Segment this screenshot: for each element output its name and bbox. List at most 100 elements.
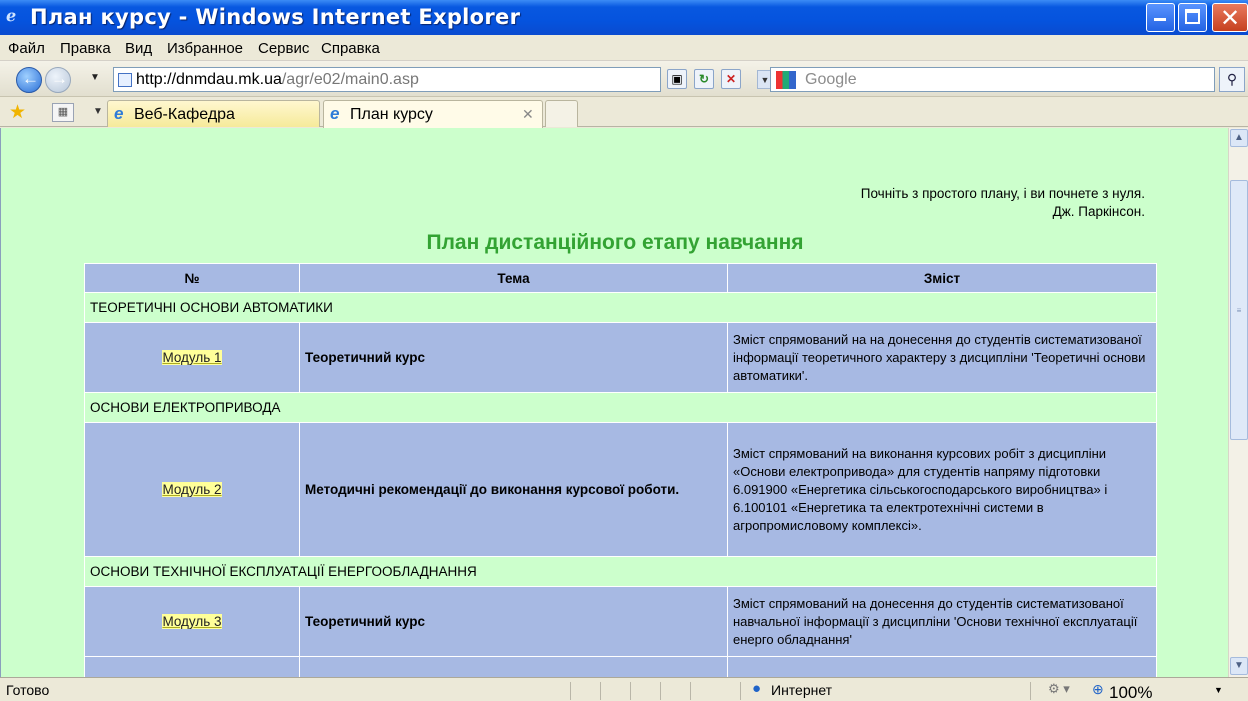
address-field[interactable]: http://dnmdau.mk.ua/agr/e02/main0.asp ▼ bbox=[113, 67, 773, 92]
tab-web-kafedra[interactable]: e Веб-Кафедра bbox=[107, 100, 320, 127]
zoom-level[interactable]: 100% bbox=[1109, 683, 1152, 701]
tab-plan-kursu[interactable]: e План курсу ✕ bbox=[323, 100, 543, 128]
menu-file[interactable]: Файл bbox=[8, 40, 45, 57]
menu-tools[interactable]: Сервис bbox=[258, 40, 309, 57]
section-title: ОСНОВИ ЕЛЕКТРОПРИВОДА bbox=[84, 392, 1157, 423]
module-cell: Модуль 2 bbox=[84, 422, 300, 557]
status-divider bbox=[740, 682, 741, 700]
status-divider bbox=[1030, 682, 1031, 700]
section-title: ОСНОВИ ТЕХНІЧНОЇ ЕКСПЛУАТАЦІЇ ЕНЕРГООБЛА… bbox=[84, 556, 1157, 587]
tab-bar: ★ ▦ ▼ e Веб-Кафедра e План курсу ✕ bbox=[0, 97, 1248, 128]
description-cell: Зміст спрямований на виконання курсових … bbox=[727, 422, 1157, 557]
status-divider bbox=[690, 682, 691, 700]
new-tab-button[interactable] bbox=[545, 100, 578, 127]
table-row: Модуль 2 Методичні рекомендації до викон… bbox=[84, 422, 1157, 557]
module-link[interactable]: Модуль 1 bbox=[162, 350, 222, 365]
minimize-icon bbox=[1154, 18, 1166, 21]
topic-cell: Теоретичний курс bbox=[299, 586, 728, 657]
favorites-star-icon[interactable]: ★ bbox=[9, 101, 26, 124]
module-cell: Модуль 3 bbox=[84, 586, 300, 657]
search-placeholder: Google bbox=[805, 71, 857, 88]
compatibility-view-icon[interactable]: ▣ bbox=[667, 69, 687, 89]
column-header-topic: Тема bbox=[299, 263, 728, 293]
table-header-row: № Тема Зміст bbox=[84, 263, 1157, 293]
tab-label: План курсу bbox=[350, 106, 433, 123]
url-path: /agr/e02/main0.asp bbox=[281, 71, 419, 88]
tab-label: Веб-Кафедра bbox=[134, 106, 235, 123]
scroll-thumb[interactable]: ≡ bbox=[1230, 180, 1248, 440]
refresh-icon[interactable]: ↻ bbox=[694, 69, 714, 89]
menu-view[interactable]: Вид bbox=[125, 40, 152, 57]
section-row: ОСНОВИ ТЕХНІЧНОЇ ЕКСПЛУАТАЦІЇ ЕНЕРГООБЛА… bbox=[84, 556, 1157, 587]
status-divider bbox=[570, 682, 571, 700]
module-link[interactable]: Модуль 2 bbox=[162, 482, 222, 497]
close-icon: ✕ bbox=[1220, 4, 1241, 32]
forward-button[interactable]: → bbox=[45, 67, 71, 93]
epigraph-author: Дж. Паркінсон. bbox=[1052, 204, 1145, 219]
table-row: Модуль 1 Теоретичний курс Зміст спрямова… bbox=[84, 322, 1157, 393]
title-bar: ℯ План курсу - Windows Internet Explorer… bbox=[0, 0, 1248, 35]
module-cell: Модуль 1 bbox=[84, 322, 300, 393]
google-search-provider-icon bbox=[776, 71, 796, 89]
search-input[interactable]: Google bbox=[770, 67, 1215, 92]
column-header-content: Зміст bbox=[727, 263, 1157, 293]
status-bar: Готово ● Интернет ⚙ ▾ ⊕ 100% ▼ bbox=[0, 677, 1248, 701]
stop-icon[interactable]: ✕ bbox=[721, 69, 741, 89]
course-plan-table: № Тема Зміст ТЕОРЕТИЧНІ ОСНОВИ АВТОМАТИК… bbox=[84, 263, 1157, 677]
minimize-button[interactable] bbox=[1146, 3, 1175, 32]
menu-edit[interactable]: Правка bbox=[60, 40, 111, 57]
menu-help[interactable]: Справка bbox=[321, 40, 380, 57]
restore-icon bbox=[1185, 9, 1200, 24]
history-dropdown-icon[interactable]: ▼ bbox=[90, 72, 100, 83]
back-arrow-icon: ← bbox=[22, 69, 39, 88]
module-cell bbox=[84, 656, 300, 677]
close-button[interactable]: ✕ bbox=[1212, 3, 1248, 32]
module-link[interactable]: Модуль 3 bbox=[162, 614, 222, 629]
table-row: Модуль 3 Теоретичний курс Зміст спрямова… bbox=[84, 586, 1157, 657]
window-title: План курсу - Windows Internet Explorer bbox=[30, 5, 521, 29]
forward-arrow-icon: → bbox=[51, 69, 68, 88]
ie-logo-icon: ℯ bbox=[6, 6, 17, 25]
menu-favorites[interactable]: Избранное bbox=[167, 40, 243, 57]
close-tab-icon[interactable]: ✕ bbox=[522, 106, 534, 123]
description-cell: Зміст спрямований на донесення до студен… bbox=[727, 586, 1157, 657]
status-text: Готово bbox=[6, 682, 50, 698]
scroll-down-icon[interactable]: ▼ bbox=[1230, 657, 1248, 675]
tab-list-dropdown-icon[interactable]: ▼ bbox=[93, 106, 103, 117]
zoom-dropdown-icon[interactable]: ▼ bbox=[1214, 685, 1223, 695]
description-cell bbox=[727, 656, 1157, 677]
back-button[interactable]: ← bbox=[16, 67, 42, 93]
page-content: Почніть з простого плану, і ви почнете з… bbox=[0, 128, 1228, 677]
scroll-up-icon[interactable]: ▲ bbox=[1230, 129, 1248, 147]
topic-cell bbox=[299, 656, 728, 677]
epigraph-text: Почніть з простого плану, і ви почнете з… bbox=[860, 186, 1145, 201]
maximize-button[interactable] bbox=[1178, 3, 1207, 32]
search-button[interactable]: ⚲ bbox=[1219, 67, 1245, 92]
ie-tab-icon: e bbox=[114, 104, 124, 123]
table-row-partial bbox=[84, 656, 1157, 677]
browser-window: ℯ План курсу - Windows Internet Explorer… bbox=[0, 0, 1248, 701]
ie-tab-icon: e bbox=[330, 104, 340, 123]
vertical-scrollbar[interactable]: ▲ ≡ ▼ bbox=[1228, 128, 1248, 677]
url-host: http://dnmdau.mk.ua bbox=[136, 71, 282, 88]
status-divider bbox=[630, 682, 631, 700]
protected-mode-icon[interactable]: ⚙ ▾ bbox=[1048, 681, 1070, 697]
column-header-number: № bbox=[84, 263, 300, 293]
security-zone-label: Интернет bbox=[771, 682, 833, 698]
section-title: ТЕОРЕТИЧНІ ОСНОВИ АВТОМАТИКИ bbox=[84, 292, 1157, 323]
status-divider bbox=[600, 682, 601, 700]
epigraph: Почніть з простого плану, і ви почнете з… bbox=[861, 185, 1145, 221]
section-row: ТЕОРЕТИЧНІ ОСНОВИ АВТОМАТИКИ bbox=[84, 292, 1157, 323]
internet-zone-globe-icon: ● bbox=[752, 680, 762, 697]
page-favicon-icon bbox=[118, 73, 132, 87]
address-toolbar: ← → ▼ http://dnmdau.mk.ua/agr/e02/main0.… bbox=[0, 61, 1248, 97]
section-row: ОСНОВИ ЕЛЕКТРОПРИВОДА bbox=[84, 392, 1157, 423]
zoom-icon[interactable]: ⊕ bbox=[1092, 681, 1104, 698]
page-title: План дистанційного етапу навчання bbox=[426, 231, 804, 254]
status-divider bbox=[660, 682, 661, 700]
topic-cell: Методичні рекомендації до виконання курс… bbox=[299, 422, 728, 557]
description-cell: Зміст спрямований на на донесення до сту… bbox=[727, 322, 1157, 393]
topic-cell: Теоретичний курс bbox=[299, 322, 728, 393]
quick-tabs-icon[interactable]: ▦ bbox=[52, 103, 74, 122]
menu-bar: Файл Правка Вид Избранное Сервис Справка bbox=[0, 35, 1248, 61]
